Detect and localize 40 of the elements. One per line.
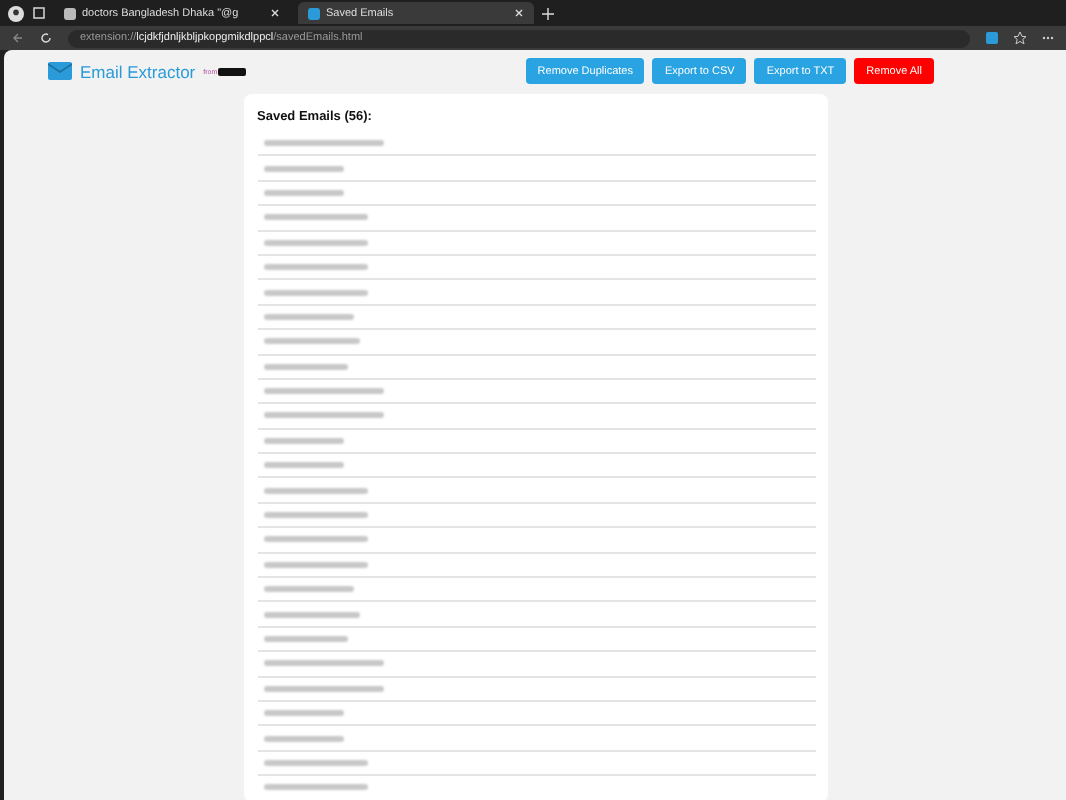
blurred-email (263, 660, 383, 667)
blurred-email (263, 487, 367, 494)
blurred-email (263, 710, 343, 717)
blurred-email (263, 239, 367, 246)
envelope-icon (48, 62, 72, 80)
blurred-email (263, 437, 343, 444)
blurred-email (263, 214, 367, 221)
blurred-email (263, 735, 343, 742)
star-icon[interactable] (1014, 32, 1026, 44)
blurred-email (263, 388, 383, 395)
profile-icon[interactable] (8, 5, 24, 21)
app-title: Email Extractor (80, 61, 196, 81)
blurred-email (263, 759, 367, 766)
blurred-email (263, 586, 353, 593)
tab-favicon-icon (64, 7, 76, 19)
blurred-email (263, 140, 383, 147)
blurred-email (263, 289, 367, 296)
blurred-email (263, 561, 367, 568)
close-icon[interactable] (514, 8, 524, 18)
blurred-email (263, 338, 359, 345)
blurred-email (263, 784, 367, 791)
blurred-email (263, 636, 347, 642)
blurred-email (263, 165, 343, 172)
blurred-email (263, 685, 383, 692)
close-icon[interactable] (270, 8, 280, 18)
company-logo (217, 67, 246, 75)
blurred-email (263, 611, 359, 618)
blurred-email (263, 363, 347, 370)
tabs-icon[interactable] (32, 6, 46, 20)
blurred-email (263, 536, 367, 543)
back-icon[interactable] (12, 32, 24, 44)
blurred-email (263, 189, 343, 196)
blurred-email (263, 313, 353, 320)
blurred-email (263, 412, 383, 419)
reload-icon[interactable] (40, 32, 52, 44)
new-tab-icon[interactable] (542, 7, 554, 19)
blurred-email (263, 462, 343, 469)
blurred-email (263, 264, 367, 271)
tab-favicon-icon (308, 7, 320, 19)
blurred-email (263, 512, 367, 519)
